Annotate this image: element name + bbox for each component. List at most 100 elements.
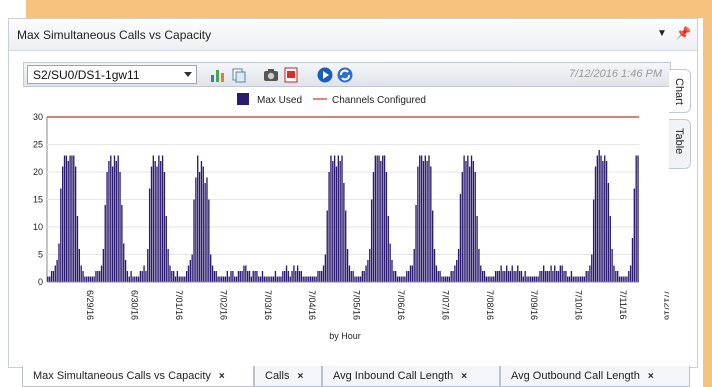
bar [637,155,639,282]
bar [343,183,345,282]
bar [406,271,408,282]
bar [230,271,232,282]
tab-avg-inbound-call-length[interactable]: Avg Inbound Call Length × [322,366,500,387]
close-icon[interactable]: × [219,371,225,382]
bar [78,249,80,282]
y-tick-label: 20 [33,167,43,177]
bar [345,210,347,282]
bar [250,276,253,282]
bar [74,166,77,282]
tab-calls[interactable]: Calls × [254,366,322,387]
bar [574,276,576,282]
bar [472,161,475,282]
bar [280,276,282,282]
bar [348,265,351,282]
bar [261,271,264,282]
close-icon[interactable]: × [461,371,467,382]
bar [239,271,241,282]
bar [113,155,116,282]
bar [541,271,543,282]
bar [132,276,134,282]
bar [607,183,610,282]
bar [592,199,595,282]
gridlines [47,116,639,283]
bar [411,265,413,282]
bar [80,265,82,282]
bar [507,271,510,282]
bar [530,276,532,282]
bar [487,276,489,282]
bar [419,155,421,282]
bar [470,155,473,282]
bar [502,271,504,282]
tab-table[interactable]: Table [669,119,691,169]
bar [450,271,452,282]
bar [494,271,497,282]
bar [544,271,547,282]
bar [500,265,502,282]
y-tick-label: 5 [38,250,43,260]
bar [454,265,456,282]
close-icon[interactable]: × [648,371,654,382]
bar [150,166,153,282]
bar [184,276,186,282]
bar [555,271,558,282]
bar [259,276,262,282]
bar [428,155,430,282]
bar [372,172,375,282]
bar [117,155,119,282]
bar [537,276,539,282]
bar [89,276,92,282]
bar [134,276,136,282]
bar [570,271,573,282]
bar [211,265,214,282]
bar [365,265,367,282]
x-tick-label: 7/10/16 [574,290,584,320]
bar [628,271,630,282]
tab-max-simultaneous-calls[interactable]: Max Simultaneous Calls vs Capacity × [22,366,254,387]
legend-label-max-used: Max Used [257,95,302,106]
bar [100,265,103,282]
bar [531,276,534,282]
bar [543,265,545,282]
bar [446,276,449,282]
bar [173,271,175,282]
bar [258,276,260,282]
bar [221,276,223,282]
bar [235,276,238,282]
x-tick-label: 6/29/16 [85,290,95,320]
bar [380,161,382,282]
x-tick-label: 7/09/16 [529,290,539,320]
bar [293,265,295,282]
background-band-top [26,0,712,18]
bar [47,276,49,282]
bar [99,271,101,282]
tab-avg-outbound-call-length[interactable]: Avg Outbound Call Length × [500,366,690,387]
bar [605,161,608,282]
bar [363,271,365,282]
bar [91,276,93,282]
bar [382,155,384,282]
bar [463,155,465,282]
bar [474,172,476,282]
bar [467,155,469,282]
bar [111,166,114,282]
bar [400,276,402,282]
bar [154,161,156,282]
bar [407,271,410,282]
bar [370,199,373,282]
bar [87,276,90,282]
bar [383,155,386,282]
x-tick-label: 7/06/16 [396,290,406,320]
pin-icon[interactable]: 📌 [676,26,691,40]
bar [252,271,254,282]
bar [552,271,554,282]
bar [143,265,145,282]
close-icon[interactable]: × [297,371,303,382]
bar [611,249,613,282]
bar [546,271,549,282]
tab-chart[interactable]: Chart [669,69,691,113]
bar [130,271,132,282]
bar [296,265,299,282]
bar [550,265,552,282]
